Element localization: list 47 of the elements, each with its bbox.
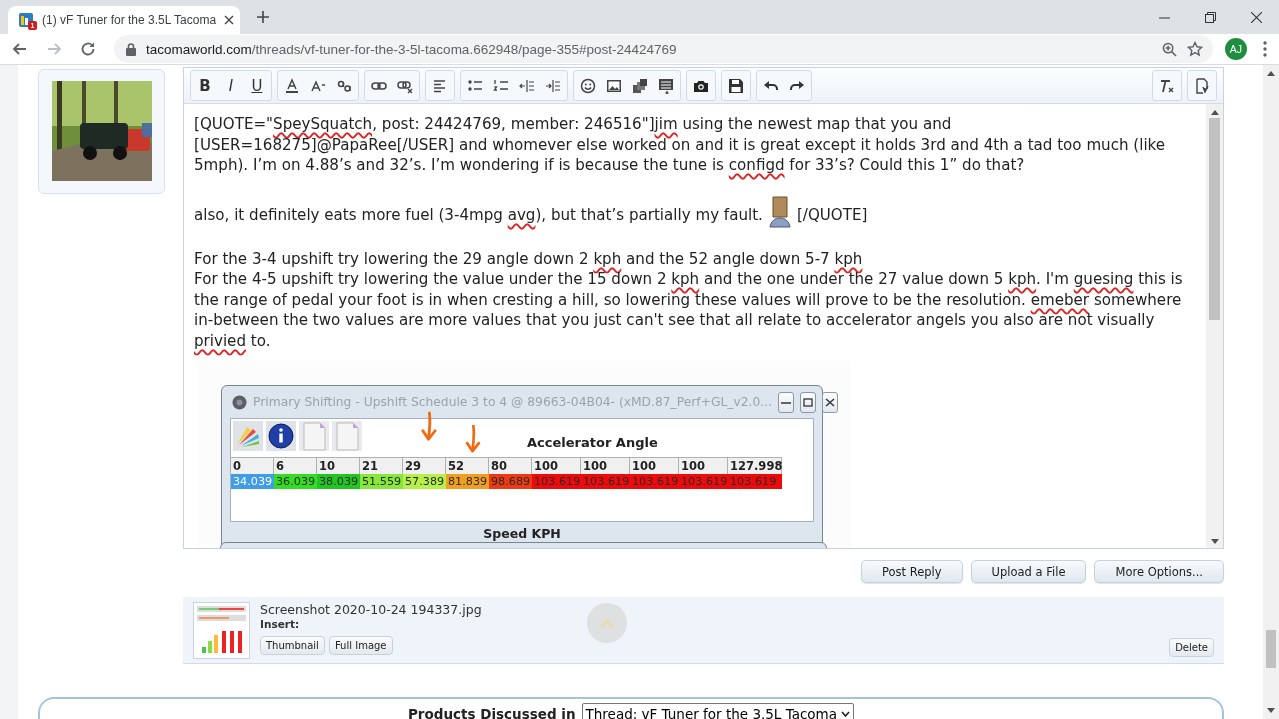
- value-cell: 57.389: [403, 474, 446, 489]
- insert-button[interactable]: Thumbnail: [260, 636, 325, 655]
- value-cell: 103.619: [532, 474, 581, 489]
- value-cell: 103.619: [630, 474, 679, 489]
- delete-button[interactable]: Delete: [1169, 638, 1214, 657]
- italic-button[interactable]: I: [218, 72, 244, 99]
- action-button[interactable]: Upload a File: [970, 560, 1087, 583]
- column-header: 100: [581, 457, 630, 474]
- value-cell: 103.619: [679, 474, 728, 489]
- value-cell: 103.619: [728, 474, 782, 489]
- tab-title: (1) vF Tuner for the 3.5L Tacoma: [42, 13, 217, 27]
- post-text: [/QUOTE]: [796, 206, 868, 224]
- insert-label: Insert:: [260, 618, 300, 630]
- column-header: 100: [630, 457, 679, 474]
- column-header: 29: [403, 457, 446, 474]
- value-cell: 34.039: [231, 474, 274, 489]
- column-header: 80: [489, 457, 532, 474]
- value-cell: 51.559: [360, 474, 403, 489]
- column-header: 21: [360, 457, 403, 474]
- file-name: Screenshot 2020-10-24 194337.jpg: [260, 602, 482, 617]
- column-header: 127.998: [728, 457, 782, 474]
- value-cell: 98.689: [489, 474, 532, 489]
- value-cell: 38.039: [317, 474, 360, 489]
- value-cell: 81.839: [446, 474, 489, 489]
- column-header: 52: [446, 457, 489, 474]
- post-text: also, it definitely eats more fuel (3-4mpg avg), but that’s partially my fault.: [194, 206, 763, 224]
- column-header: 6: [274, 457, 317, 474]
- window-title: Primary Shifting - Upshift Schedule 3 to 4 @ 89663-04B04- (xMD.87_Perf+GL_v2.0...: [253, 393, 773, 411]
- action-button[interactable]: Post Reply: [861, 560, 963, 583]
- post-text: [QUOTE="SpeySquatch, post: 24424769, member: 246516"]jim using the newest map that you and [USER=168275]@PapaRee[/USER] and whomever else worked on and it is great except it holds 3rd and 4th a tad too much (like 5mph). I’m on 4.88’s and 32’s. I’m wondering if is because the tune is configd for 33’s? Could this 1” do that?: [194, 115, 1166, 174]
- post-text: For the 4-5 upshift try lowering the value under the 15 down 2 kph and the one under the 27 value down 5 kph. I'm guesing this is the range of pedal your foot is in when cresting a hill, so lowering these values will prove to be the resolution. emeber somewhere in-between the two values are more values that you just can't see that all relate to accelerator angels you also are not visually privied to.: [194, 270, 1183, 350]
- column-header: 100: [532, 457, 581, 474]
- axis-title: Speed KPH: [482, 525, 562, 543]
- column-header: 0: [231, 457, 274, 474]
- axis-title: Accelerator Angle: [527, 434, 658, 452]
- post-text: For the 3-4 upshift try lowering the 29 angle down 2 kph and the 52 angle down 5-7 kph: [194, 249, 863, 268]
- column-header: 10: [317, 457, 360, 474]
- insert-button[interactable]: Full Image: [328, 636, 393, 655]
- action-button[interactable]: More Options...: [1094, 560, 1224, 583]
- underline-button[interactable]: U: [244, 72, 270, 99]
- profile-avatar[interactable]: AJ: [1225, 38, 1247, 60]
- section-title: Products Discussed in: [407, 706, 576, 719]
- value-cell: 36.039: [274, 474, 317, 489]
- bold-button[interactable]: B: [192, 72, 218, 99]
- thread-select[interactable]: Thread: vF Tuner for the 3.5L Tacoma: [581, 703, 855, 719]
- column-header: 100: [679, 457, 728, 474]
- value-cell: 103.619: [581, 474, 630, 489]
